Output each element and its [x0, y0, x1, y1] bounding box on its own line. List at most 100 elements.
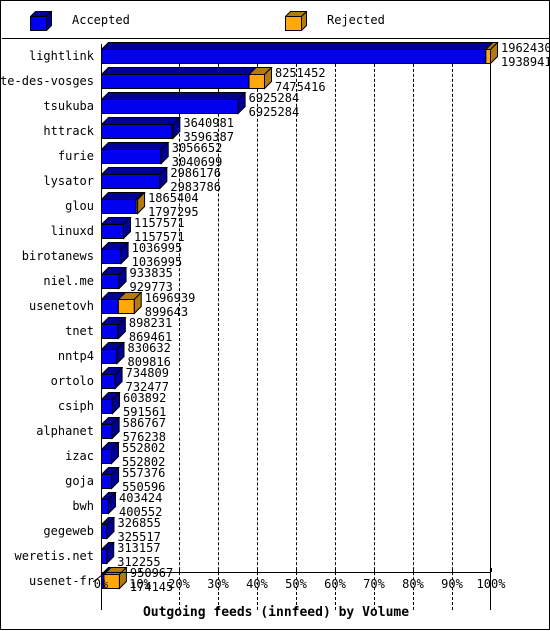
bar[interactable] [101, 367, 124, 390]
value-offered: 3056652 [171, 141, 223, 155]
value-offered: 326855 [117, 516, 161, 530]
bar-value-labels: 1696939 899643 [145, 292, 196, 318]
x-tick [218, 568, 219, 572]
bar[interactable] [101, 417, 121, 440]
category-label: lightlink [28, 49, 94, 63]
bar[interactable] [101, 542, 115, 565]
bar-row: ortolo 734809 732477 [1, 366, 550, 393]
x-tick-label: 70% [363, 577, 385, 591]
x-tick-label: 80% [402, 577, 424, 591]
bar-row: usenet-fr 950967 174145 [1, 566, 550, 593]
category-label: weretis.net [14, 549, 94, 563]
category-label: alphanet [36, 424, 94, 438]
bar[interactable] [101, 92, 247, 115]
bar[interactable] [101, 217, 132, 240]
x-tick [413, 568, 414, 572]
orange-cube-icon [284, 10, 308, 32]
x-tick-label: 100% [476, 577, 506, 591]
value-offered: 552802 [121, 441, 166, 455]
bar-value-labels: 3640981 3596387 [183, 117, 234, 143]
value-offered: 1036995 [131, 241, 183, 255]
bar-value-labels: 6925284 6925284 [249, 92, 300, 118]
value-offered: 734809 [125, 366, 169, 380]
bar[interactable] [101, 142, 170, 165]
category-label: linuxd [50, 224, 94, 238]
x-tick [335, 568, 336, 572]
bar-value-labels: 933835 929773 [130, 267, 173, 293]
bar-value-labels: 403424 400552 [119, 492, 162, 518]
bar[interactable] [101, 317, 127, 340]
category-label: httrack [43, 124, 94, 138]
bar[interactable] [101, 517, 116, 540]
category-label: ortolo [50, 374, 94, 388]
bar-row: csiph 603892 591561 [1, 391, 550, 418]
bar[interactable] [101, 242, 130, 265]
bar-value-labels: 8251452 7475416 [275, 67, 326, 93]
bar-value-labels: 586767 576238 [123, 417, 166, 443]
bar[interactable] [101, 392, 121, 415]
bar-row: furie 3056652 3040699 [1, 141, 550, 168]
x-axis: 0% 10% 20% 30% 40% 50% 60% 70% 80% 90% 100% [94, 568, 505, 591]
category-label: niel.me [43, 274, 94, 288]
bar-row: linuxd 1157571 1157571 [1, 216, 550, 243]
value-offered: 933835 [129, 266, 173, 280]
bar-row: tsukuba 6925284 6925284 [1, 91, 550, 118]
value-offered: 603892 [123, 391, 167, 405]
value-offered: 403424 [119, 491, 163, 505]
bar[interactable] [101, 192, 146, 215]
bar-row: birotanews 1036995 1036995 [1, 241, 550, 268]
value-offered: 3640981 [183, 116, 234, 130]
bar[interactable] [101, 67, 273, 90]
bar-row: nntp4 830632 809816 [1, 341, 550, 368]
category-label: usenet-fr [28, 574, 94, 588]
bar-row: httrack 3640981 3596387 [1, 116, 550, 143]
bar[interactable] [101, 467, 120, 490]
value-offered: 1865404 [148, 191, 199, 205]
x-tick-label: 20% [168, 577, 190, 591]
bar[interactable] [101, 492, 117, 515]
bar-value-labels: 3056652 3040699 [172, 142, 223, 168]
category-label: usenetovh [28, 299, 94, 313]
bar[interactable] [101, 292, 143, 315]
category-label: glou [65, 199, 94, 213]
bar[interactable] [101, 442, 120, 465]
bar[interactable] [101, 117, 182, 140]
category-label: izac [65, 449, 94, 463]
plot-area: lightlink1962430319389412bete-des-vosges… [0, 39, 550, 631]
value-offered: 898231 [128, 316, 173, 330]
bar-row: izac 552802 552802 [1, 441, 550, 468]
x-axis-title: Outgoing feeds (innfeed) by Volume [142, 605, 410, 620]
value-offered: 1696939 [144, 291, 196, 305]
category-label: csiph [57, 399, 94, 413]
category-label: bete-des-vosges [0, 74, 94, 88]
bar[interactable] [101, 342, 126, 365]
legend-label: Rejected [327, 13, 385, 27]
value-offered: 557376 [122, 466, 166, 480]
bar-row: weretis.net 313157 312255 [1, 541, 550, 568]
bar-row: bwh 403424 400552 [1, 491, 550, 518]
category-label: gegeweb [43, 524, 94, 538]
bar[interactable] [101, 167, 169, 190]
bar-value-labels: 552802 552802 [122, 442, 165, 468]
bar-value-labels: 313157 312255 [117, 542, 160, 568]
bar-value-labels: 2986176 2983786 [170, 167, 221, 193]
x-tick [374, 568, 375, 572]
value-offered: 830632 [127, 341, 171, 355]
category-label: lysator [43, 174, 94, 188]
x-tick-label: 10% [129, 577, 151, 591]
category-label: furie [57, 149, 94, 163]
bar-value-labels: 830632 809816 [128, 342, 171, 368]
category-label: birotanews [21, 249, 94, 263]
value-offered: 586767 [122, 416, 167, 430]
chart-page: Accepted Rejected lightlink 19624303193894… [0, 0, 550, 630]
x-tick [140, 568, 141, 572]
x-tick-label: 60% [324, 577, 346, 591]
bar-value-labels: 1157571 1157571 [134, 217, 185, 243]
bar[interactable] [101, 267, 128, 290]
x-tick [257, 568, 258, 572]
category-label: nntp4 [57, 349, 94, 363]
category-label: tsukuba [43, 99, 94, 113]
bar[interactable] [101, 42, 499, 65]
bar-value-labels: 603892 591561 [123, 392, 166, 418]
x-tick-label: 90% [441, 577, 463, 591]
